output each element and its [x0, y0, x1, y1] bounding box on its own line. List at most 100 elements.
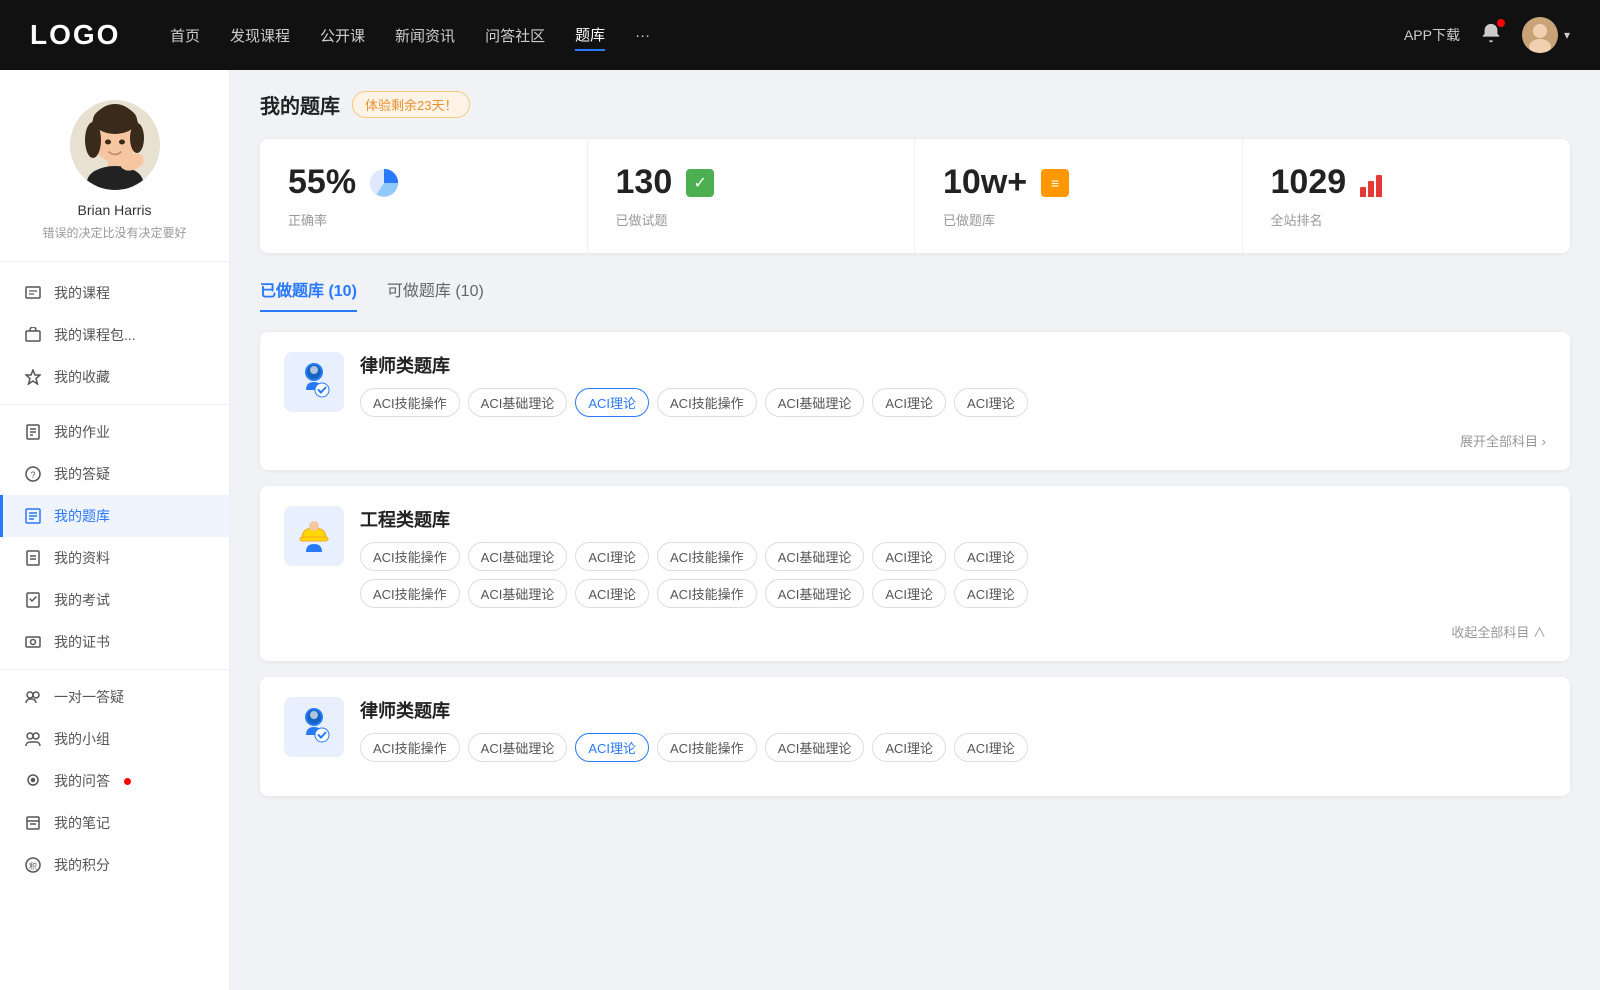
sidebar-label-resources: 我的资料 [54, 548, 110, 568]
sidebar-item-homework[interactable]: 我的作业 [0, 411, 229, 453]
note-icon [24, 814, 42, 832]
stat-value-rank: 1029 [1271, 163, 1347, 202]
nav-more[interactable]: ··· [635, 23, 650, 48]
stat-top-accuracy: 55% [288, 163, 559, 202]
tag-1-4[interactable]: ACI技能操作 [657, 388, 757, 417]
stat-label-rank: 全站排名 [1271, 210, 1543, 229]
lawyer-icon [284, 352, 344, 412]
cert-icon [24, 633, 42, 651]
sidebar-item-course[interactable]: 我的课程 [0, 272, 229, 314]
sidebar-item-favorites[interactable]: 我的收藏 [0, 356, 229, 398]
profile-motto: 错误的决定比没有决定要好 [42, 224, 186, 241]
doc-icon [24, 549, 42, 567]
tag-2-10[interactable]: ACI理论 [575, 579, 649, 608]
qa-badge [124, 778, 131, 785]
nav-qbank[interactable]: 题库 [575, 20, 605, 51]
app-download-link[interactable]: APP下载 [1404, 25, 1460, 45]
tag-2-6[interactable]: ACI理论 [872, 542, 946, 571]
sidebar-label-course: 我的课程 [54, 283, 110, 303]
collapse-link-2[interactable]: 收起全部科目 ∧ [1451, 622, 1546, 641]
chevron-down-icon: ▾ [1564, 28, 1570, 42]
oneone-icon [24, 688, 42, 706]
tag-3-5[interactable]: ACI基础理论 [765, 733, 865, 762]
tag-2-12[interactable]: ACI基础理论 [765, 579, 865, 608]
qbank-tags-3: ACI技能操作 ACI基础理论 ACI理论 ACI技能操作 ACI基础理论 AC… [360, 733, 1546, 762]
nav-courses[interactable]: 发现课程 [230, 21, 290, 50]
checklist-icon: ✓ [682, 165, 718, 201]
qbank-footer-1: 展开全部科目 › [284, 431, 1546, 450]
sidebar-item-group[interactable]: 我的小组 [0, 718, 229, 760]
tab-available-banks[interactable]: 可做题库 (10) [387, 277, 484, 311]
sidebar: Brian Harris 错误的决定比没有决定要好 我的课程 我的课程包... [0, 70, 230, 990]
sidebar-item-qbank[interactable]: 我的题库 [0, 495, 229, 537]
logo[interactable]: LOGO [30, 19, 130, 51]
tag-1-2[interactable]: ACI基础理论 [468, 388, 568, 417]
qbank-tags-1: ACI技能操作 ACI基础理论 ACI理论 ACI技能操作 ACI基础理论 AC… [360, 388, 1546, 417]
sidebar-item-points[interactable]: 积 我的积分 [0, 844, 229, 886]
stat-label-done: 已做试题 [616, 210, 887, 229]
sidebar-item-notes[interactable]: 我的笔记 [0, 802, 229, 844]
sidebar-label-group: 我的小组 [54, 729, 110, 749]
tag-3-2[interactable]: ACI基础理论 [468, 733, 568, 762]
tag-2-7[interactable]: ACI理论 [954, 542, 1028, 571]
tag-3-7[interactable]: ACI理论 [954, 733, 1028, 762]
qbank-header-3: 律师类题库 ACI技能操作 ACI基础理论 ACI理论 ACI技能操作 ACI基… [284, 697, 1546, 762]
nav-news[interactable]: 新闻资讯 [395, 21, 455, 50]
tag-2-14[interactable]: ACI理论 [954, 579, 1028, 608]
tag-2-5[interactable]: ACI基础理论 [765, 542, 865, 571]
sidebar-item-qa-personal[interactable]: ? 我的答疑 [0, 453, 229, 495]
package-icon [24, 326, 42, 344]
sidebar-menu: 我的课程 我的课程包... 我的收藏 [0, 262, 229, 896]
sidebar-item-exam[interactable]: 我的考试 [0, 579, 229, 621]
tag-1-7[interactable]: ACI理论 [954, 388, 1028, 417]
user-avatar-menu[interactable]: ▾ [1522, 17, 1570, 53]
divider-1 [0, 404, 229, 405]
sidebar-item-resources[interactable]: 我的资料 [0, 537, 229, 579]
tag-1-5[interactable]: ACI基础理论 [765, 388, 865, 417]
sidebar-label-exam: 我的考试 [54, 590, 110, 610]
tag-2-11[interactable]: ACI技能操作 [657, 579, 757, 608]
tag-3-1[interactable]: ACI技能操作 [360, 733, 460, 762]
tab-done-banks[interactable]: 已做题库 (10) [260, 277, 357, 311]
expand-link-1[interactable]: 展开全部科目 › [1460, 431, 1546, 450]
tag-3-4[interactable]: ACI技能操作 [657, 733, 757, 762]
tag-3-6[interactable]: ACI理论 [872, 733, 946, 762]
lawyer-icon-2 [284, 697, 344, 757]
tag-2-4[interactable]: ACI技能操作 [657, 542, 757, 571]
star-icon [24, 368, 42, 386]
sidebar-label-points: 我的积分 [54, 855, 110, 875]
tag-2-9[interactable]: ACI基础理论 [468, 579, 568, 608]
stat-label-accuracy: 正确率 [288, 210, 559, 229]
tag-1-3[interactable]: ACI理论 [575, 388, 649, 417]
notification-bell[interactable] [1480, 22, 1502, 49]
sidebar-item-cert[interactable]: 我的证书 [0, 621, 229, 663]
tag-1-1[interactable]: ACI技能操作 [360, 388, 460, 417]
nav-open-course[interactable]: 公开课 [320, 21, 365, 50]
tag-2-1[interactable]: ACI技能操作 [360, 542, 460, 571]
sidebar-label-notes: 我的笔记 [54, 813, 110, 833]
qbank-tags-2-row1: ACI技能操作 ACI基础理论 ACI理论 ACI技能操作 ACI基础理论 AC… [360, 542, 1546, 571]
tag-2-2[interactable]: ACI基础理论 [468, 542, 568, 571]
nav-qa[interactable]: 问答社区 [485, 21, 545, 50]
course-icon [24, 284, 42, 302]
sidebar-item-oneone[interactable]: 一对一答疑 [0, 676, 229, 718]
tag-2-8[interactable]: ACI技能操作 [360, 579, 460, 608]
tag-1-6[interactable]: ACI理论 [872, 388, 946, 417]
qbank-section-engineer: 工程类题库 ACI技能操作 ACI基础理论 ACI理论 ACI技能操作 ACI基… [260, 486, 1570, 661]
top-navigation: LOGO 首页 发现课程 公开课 新闻资讯 问答社区 题库 ··· APP下载 … [0, 0, 1600, 70]
tag-3-3[interactable]: ACI理论 [575, 733, 649, 762]
qbank-header-1: 律师类题库 ACI技能操作 ACI基础理论 ACI理论 ACI技能操作 ACI基… [284, 352, 1546, 417]
sidebar-item-package[interactable]: 我的课程包... [0, 314, 229, 356]
stat-top-banks: 10w+ ≡ [943, 163, 1214, 202]
bar-icon [1356, 165, 1392, 201]
sidebar-item-qa-posts[interactable]: 我的问答 [0, 760, 229, 802]
qbank-header-2: 工程类题库 ACI技能操作 ACI基础理论 ACI理论 ACI技能操作 ACI基… [284, 506, 1546, 608]
tag-2-3[interactable]: ACI理论 [575, 542, 649, 571]
nav-home[interactable]: 首页 [170, 21, 200, 50]
tag-2-13[interactable]: ACI理论 [872, 579, 946, 608]
sidebar-profile: Brian Harris 错误的决定比没有决定要好 [0, 70, 229, 262]
stat-rank: 1029 全站排名 [1243, 139, 1571, 253]
stats-row: 55% 正确率 130 ✓ [260, 139, 1570, 253]
qbank-section-lawyer-1: 律师类题库 ACI技能操作 ACI基础理论 ACI理论 ACI技能操作 ACI基… [260, 332, 1570, 470]
qa-icon [24, 772, 42, 790]
